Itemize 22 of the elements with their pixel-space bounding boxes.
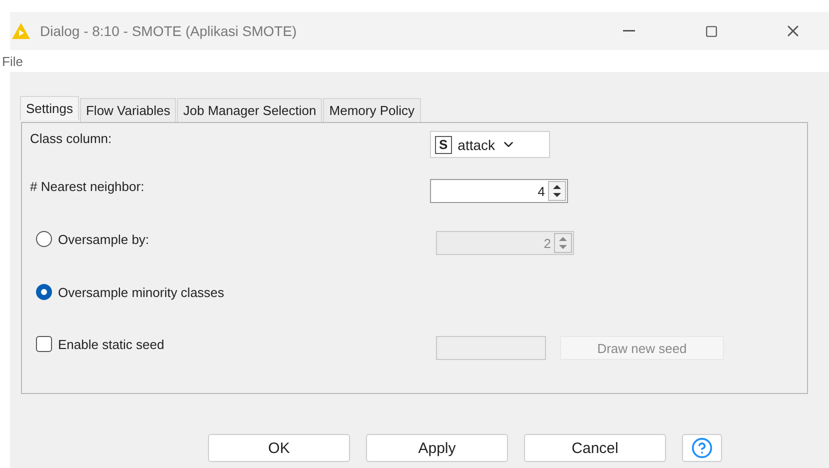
dialog-button[interactable]: OK	[208, 434, 350, 462]
checkbox-label: Enable static seed	[58, 336, 164, 352]
field-label: # Nearest neighbor:	[30, 179, 146, 194]
radio-label: Oversample by:	[58, 232, 150, 246]
menu-item[interactable]: File	[2, 54, 23, 68]
help-button[interactable]	[682, 434, 722, 462]
tab[interactable]: Flow Variables	[80, 98, 176, 122]
maximize-icon	[704, 24, 718, 38]
dialog-button[interactable]: Apply	[366, 434, 508, 462]
dialog-button[interactable]: Cancel	[524, 434, 666, 462]
radio-label: Oversample minority classes	[58, 284, 224, 300]
help-icon	[691, 437, 713, 459]
tab[interactable]: Settings	[20, 96, 79, 120]
tab[interactable]: Memory Policy	[323, 98, 421, 122]
window-title: Dialog - 8:10 - SMOTE (Aplikasi SMOTE)	[40, 23, 298, 39]
class-column-dropdown[interactable]: S attack	[430, 131, 550, 158]
spinner-arrows-icon[interactable]	[548, 181, 566, 201]
radio-button[interactable]	[36, 284, 52, 300]
number-spinner[interactable]: 4	[430, 179, 568, 203]
field-label: Class column:	[30, 131, 113, 146]
minimize-icon	[623, 30, 635, 32]
tab[interactable]: Job Manager Selection	[177, 98, 322, 122]
